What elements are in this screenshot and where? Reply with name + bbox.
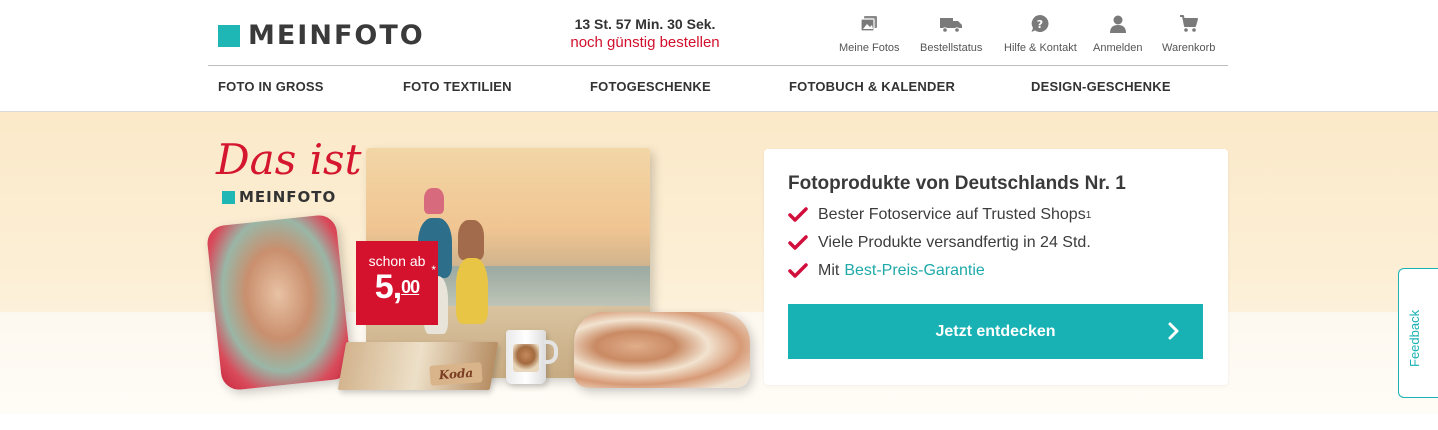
utility-my-photos[interactable]: Meine Fotos: [839, 14, 900, 54]
nav-fotogeschenke[interactable]: FOTOGESCHENKE: [590, 79, 711, 94]
photo-pillow-image: [205, 213, 353, 392]
best-price-guarantee-link[interactable]: Best-Preis-Garantie: [844, 262, 985, 280]
benefit-text: Bester Fotoservice auf Trusted Shops: [818, 206, 1086, 223]
utility-order-status[interactable]: Bestellstatus: [920, 14, 982, 54]
check-icon: [788, 235, 808, 250]
price-value: 5,00: [374, 268, 420, 306]
utility-login[interactable]: Anmelden: [1093, 14, 1143, 54]
nav-foto-textilien[interactable]: FOTO TEXTILIEN: [403, 79, 512, 94]
price-cents: 00: [401, 277, 420, 297]
hero-brand-text: MEINFOTO: [239, 188, 337, 206]
user-icon: [1109, 15, 1126, 33]
site-logo[interactable]: MEINFOTO: [218, 20, 425, 51]
benefit-text: Viele Produkte versandfertig in 24 Std.: [818, 234, 1091, 251]
site-header: MEINFOTO 13 St. 57 Min. 30 Sek. noch gün…: [0, 0, 1438, 112]
card-title: Fotoprodukte von Deutschlands Nr. 1: [788, 173, 1126, 194]
photo-blanket-image: [574, 312, 750, 388]
svg-text:?: ?: [1037, 18, 1043, 31]
nav-foto-in-gross[interactable]: FOTO IN GROSS: [218, 79, 324, 94]
utility-label: Bestellstatus: [920, 42, 983, 54]
photobook-title: Koda: [429, 362, 483, 386]
hero-script-title: Das ist: [216, 135, 362, 184]
photos-icon: [860, 16, 878, 32]
discover-button-label: Jetzt entdecken: [935, 322, 1056, 340]
price-badge: schon ab 5,00 *: [356, 241, 438, 325]
logo-text: MEINFOTO: [248, 20, 425, 51]
utility-label: Anmelden: [1093, 42, 1143, 54]
chevron-right-icon: [1168, 322, 1179, 340]
utility-label: Meine Fotos: [839, 42, 900, 54]
price-footnote: *: [431, 263, 436, 277]
feedback-label: Feedback: [1407, 309, 1422, 367]
logo-square-icon: [218, 24, 240, 47]
utility-cart[interactable]: Warenkorb: [1162, 14, 1215, 54]
hero-brand-logo: MEINFOTO: [222, 188, 336, 206]
utility-label: Hilfe & Kontakt: [1004, 42, 1077, 54]
check-icon: [788, 207, 808, 222]
hero-banner[interactable]: Das ist MEINFOTO schon ab 5,00 * Koda Fo…: [0, 112, 1438, 414]
benefit-item: Mit Best-Preis-Garantie: [788, 262, 985, 280]
header-divider: [208, 65, 1228, 66]
price-prefix: schon ab: [368, 253, 426, 269]
nav-design-geschenke[interactable]: DESIGN-GESCHENKE: [1031, 79, 1171, 94]
benefit-footnote: 1: [1085, 209, 1092, 221]
help-icon: ?: [1031, 15, 1049, 32]
feedback-tab[interactable]: Feedback: [1398, 268, 1438, 398]
utility-label: Warenkorb: [1162, 42, 1216, 54]
utility-help-contact[interactable]: ? Hilfe & Kontakt: [1004, 14, 1077, 54]
countdown-cta: noch günstig bestellen: [570, 34, 720, 51]
benefit-item: Bester Fotoservice auf Trusted Shops 1: [788, 206, 1091, 224]
nav-fotobuch-kalender[interactable]: FOTOBUCH & KALENDER: [789, 79, 955, 94]
delivery-truck-icon: [940, 18, 963, 33]
hero-info-card: Fotoprodukte von Deutschlands Nr. 1 Best…: [764, 149, 1228, 385]
order-countdown: 13 St. 57 Min. 30 Sek. noch günstig best…: [545, 15, 745, 53]
benefit-item: Viele Produkte versandfertig in 24 Std.: [788, 234, 1091, 252]
check-icon: [788, 263, 808, 278]
discover-button[interactable]: Jetzt entdecken: [788, 304, 1203, 359]
logo-square-icon: [222, 190, 235, 204]
photo-mug-image: [506, 330, 546, 384]
benefit-text: Mit: [818, 262, 840, 279]
cart-icon: [1179, 15, 1198, 32]
countdown-time: 13 St. 57 Min. 30 Sek.: [574, 16, 716, 32]
